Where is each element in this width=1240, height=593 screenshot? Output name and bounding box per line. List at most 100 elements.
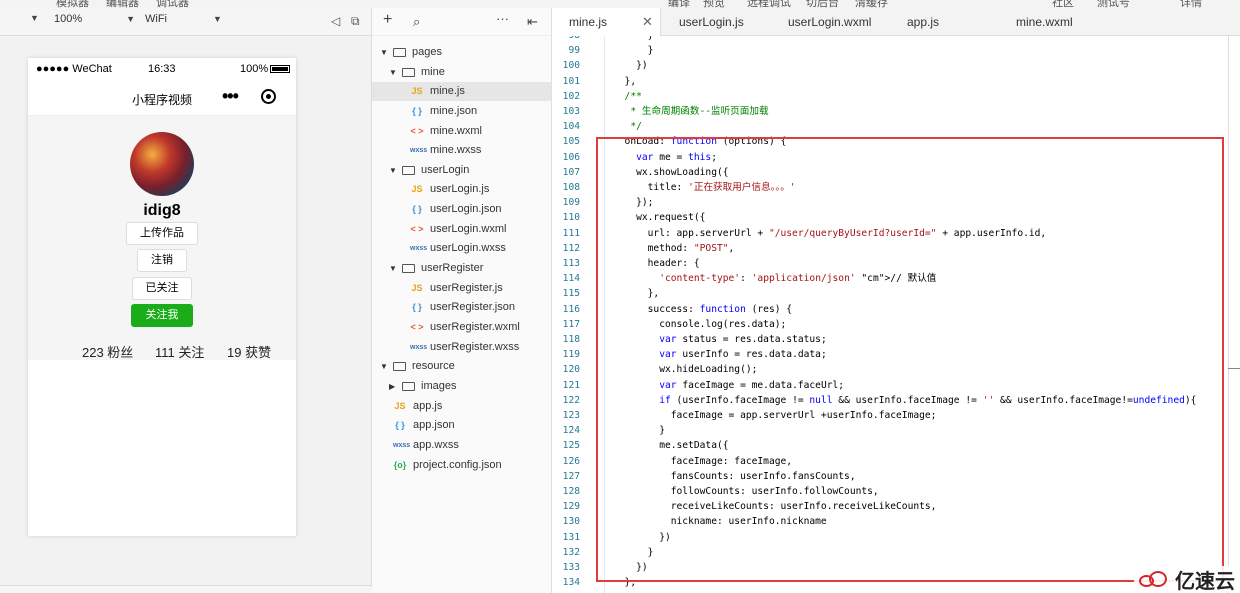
search-icon[interactable]: ⌕ [413,14,420,30]
code-line[interactable]: 117 console.log(res.data); [552,317,1230,332]
code-line[interactable]: 111 url: app.serverUrl + "/user/queryByU… [552,226,1230,241]
menu-item[interactable]: 切后台 [806,0,839,8]
tab-userlogin-js[interactable]: userLogin.js [679,8,744,36]
code-line[interactable]: 118 var status = res.data.status; [552,332,1230,347]
tab-mine-js[interactable]: mine.js ✕ [552,8,661,36]
tree-file-mine-wxss[interactable]: wxss mine.wxss [410,141,481,160]
collapse-icon[interactable]: ⇤ [527,14,538,30]
code-line[interactable]: 126 faceImage: faceImage, [552,454,1230,469]
menu-item[interactable]: 远程调试 [747,0,791,8]
code-line[interactable]: 102 /** [552,89,1230,104]
menu-item[interactable]: 编译 [668,0,690,8]
tree-file-mine-js[interactable]: JS mine.js [372,82,551,101]
code-line[interactable]: 109 }); [552,195,1230,210]
tree-file-project-config[interactable]: {o} project.config.json [393,456,502,475]
line-number: 116 [562,303,580,315]
menu-item[interactable]: 详情 [1180,0,1202,8]
close-capsule-icon[interactable] [261,89,276,104]
code-line[interactable]: 128 followCounts: userInfo.followCounts, [552,484,1230,499]
code-line[interactable]: 110 wx.request({ [552,210,1230,225]
avatar[interactable] [130,132,194,196]
code-line[interactable]: 122 if (userInfo.faceImage != null && us… [552,393,1230,408]
code-line[interactable]: 107 wx.showLoading({ [552,165,1230,180]
code-area[interactable]: 98 }99 }100 })101 },102 /**103 * 生命周期函数-… [552,36,1230,593]
tree-file-mine-json[interactable]: { } mine.json [410,102,477,121]
code-line[interactable]: 120 wx.hideLoading(); [552,362,1230,377]
tree-folder-mine[interactable]: ▼ mine [389,63,445,82]
code-line[interactable]: 132 } [552,545,1230,560]
code-line[interactable]: 131 }) [552,530,1230,545]
code-text: } [613,425,665,437]
popout-icon[interactable]: ⧉ [351,14,360,29]
code-line[interactable]: 125 me.setData({ [552,438,1230,453]
code-line[interactable]: 133 }) [552,560,1230,575]
editor-scrollbar[interactable] [1228,36,1229,593]
code-line[interactable]: 113 header: { [552,256,1230,271]
code-line[interactable]: 121 var faceImage = me.data.faceUrl; [552,378,1230,393]
menu-item[interactable]: 调试器 [156,0,189,8]
tree-file-mine-wxml[interactable]: < > mine.wxml [410,122,481,141]
tree-file-userlogin-json[interactable]: { } userLogin.json [410,200,501,219]
follow-me-button[interactable]: 关注我 [131,304,193,327]
tree-file-userlogin-wxss[interactable]: wxss userLogin.wxss [410,239,506,258]
more-icon[interactable]: ··· [496,11,509,26]
tree-file-app-json[interactable]: { } app.json [393,416,454,435]
close-icon[interactable]: ✕ [642,8,653,36]
tree-file-userregister-wxss[interactable]: wxss userRegister.wxss [410,338,519,357]
network-select[interactable]: WiFi ▼ [145,13,222,25]
code-text: console.log(res.data); [613,318,787,330]
upload-video-button[interactable]: 上传作品 [126,222,198,245]
tree-file-userlogin-js[interactable]: JS userLogin.js [410,180,489,199]
line-number: 121 [562,379,580,391]
more-dots-icon[interactable]: ••• [222,86,239,107]
tree-folder-resource[interactable]: ▼ resource [380,357,455,376]
code-line[interactable]: 114 'content-type': 'application/json' "… [552,271,1230,286]
tree-folder-userlogin[interactable]: ▼ userLogin [389,161,469,180]
code-line[interactable]: 130 nickname: userInfo.nickname [552,514,1230,529]
menu-item[interactable]: 测试号 [1097,0,1130,8]
menu-item[interactable]: 预览 [703,0,725,8]
device-select[interactable]: ▼ [30,13,39,23]
code-line[interactable]: 116 success: function (res) { [552,302,1230,317]
code-line[interactable]: 134 }, [552,575,1230,590]
logout-button[interactable]: 注销 [137,249,187,272]
code-line[interactable]: 115 }, [552,286,1230,301]
code-line[interactable]: 119 var userInfo = res.data.data; [552,347,1230,362]
tree-folder-pages[interactable]: ▼ pages [380,43,442,62]
add-icon[interactable]: + [383,11,392,29]
code-line[interactable]: 104 */ [552,119,1230,134]
menu-item[interactable]: 清缓存 [855,0,888,8]
tree-folder-images[interactable]: ▶ images [389,377,456,396]
code-line[interactable]: 98 } [552,36,1230,43]
followed-button[interactable]: 已关注 [132,277,192,300]
code-line[interactable]: 101 }, [552,74,1230,89]
tree-file-userregister-js[interactable]: JS userRegister.js [410,279,502,298]
code-text: }, [613,288,660,300]
code-line[interactable]: 106 var me = this; [552,150,1230,165]
tree-file-userregister-wxml[interactable]: < > userRegister.wxml [410,318,519,337]
tab-app-js[interactable]: app.js [907,8,939,36]
menu-item[interactable]: 模拟器 [56,0,89,8]
tab-mine-wxml[interactable]: mine.wxml [1016,8,1073,36]
code-line[interactable]: 112 method: "POST", [552,241,1230,256]
code-line[interactable]: 100 }) [552,58,1230,73]
code-line[interactable]: 123 faceImage = app.serverUrl +userInfo.… [552,408,1230,423]
config-file-icon: {o} [393,460,407,470]
tab-userlogin-wxml[interactable]: userLogin.wxml [788,8,871,36]
tree-file-userlogin-wxml[interactable]: < > userLogin.wxml [410,220,506,239]
menu-item[interactable]: 社区 [1052,0,1074,8]
tree-file-userregister-json[interactable]: { } userRegister.json [410,298,515,317]
code-line[interactable]: 108 title: '正在获取用户信息。。。' [552,180,1230,195]
tree-folder-userregister[interactable]: ▼ userRegister [389,259,483,278]
tree-file-app-wxss[interactable]: wxss app.wxss [393,436,459,455]
code-line[interactable]: 124 } [552,423,1230,438]
tree-file-app-js[interactable]: JS app.js [393,397,442,416]
code-line[interactable]: 103 * 生命周期函数--监听页面加载 [552,104,1230,119]
menu-item[interactable]: 编辑器 [106,0,139,8]
zoom-select[interactable]: 100% ▼ [54,13,135,25]
code-line[interactable]: 127 fansCounts: userInfo.fansCounts, [552,469,1230,484]
code-line[interactable]: 129 receiveLikeCounts: userInfo.receiveL… [552,499,1230,514]
code-line[interactable]: 105 onLoad: function (options) { [552,134,1230,149]
mute-icon[interactable]: ◁ [331,14,340,28]
code-line[interactable]: 99 } [552,43,1230,58]
